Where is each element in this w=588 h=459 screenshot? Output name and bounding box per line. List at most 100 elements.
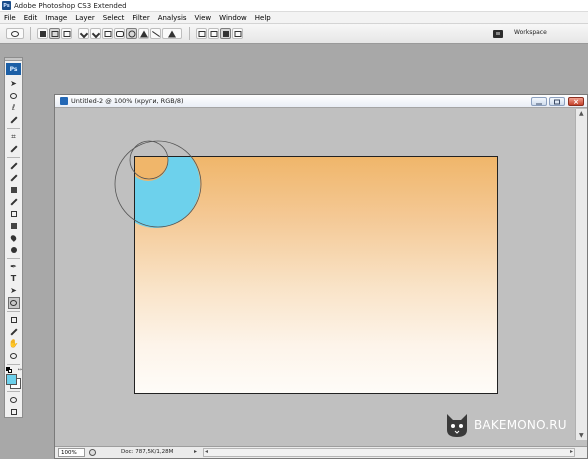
- menu-window[interactable]: Window: [215, 14, 251, 22]
- ellipse-shape-icon: [10, 300, 17, 306]
- screen-mode-button[interactable]: [8, 406, 20, 418]
- tool-notes[interactable]: [8, 314, 20, 326]
- tool-eraser[interactable]: [8, 208, 20, 220]
- horizontal-scrollbar[interactable]: ◂ ▸: [203, 448, 575, 457]
- tool-zoom[interactable]: [8, 350, 20, 362]
- tool-preset-picker[interactable]: [6, 28, 24, 39]
- zoom-level-field[interactable]: 100%: [58, 448, 85, 457]
- swap-colors-icon[interactable]: ↔: [18, 367, 22, 373]
- options-bar: Workspace: [0, 24, 588, 44]
- tool-lasso[interactable]: ℓ: [8, 102, 20, 114]
- rectangle-icon: [104, 30, 111, 37]
- ellipse-icon: [128, 30, 135, 37]
- scroll-right-icon[interactable]: ▸: [570, 448, 573, 455]
- document-size-info: Doc: 787,5K/1,28M: [121, 449, 174, 455]
- history-brush-icon: [9, 198, 18, 206]
- status-info-icon[interactable]: [89, 449, 96, 456]
- app-titlebar: Ps Adobe Photoshop CS3 Extended: [0, 0, 588, 12]
- minimize-icon: [536, 103, 542, 104]
- fill-pixels-button[interactable]: [61, 28, 72, 39]
- tool-marquee[interactable]: [8, 90, 20, 102]
- ellipse-shapes: [112, 140, 202, 228]
- tool-slice[interactable]: [8, 143, 20, 155]
- tool-history-brush[interactable]: [8, 196, 20, 208]
- tool-blur[interactable]: [8, 232, 20, 244]
- add-to-shape-area-button[interactable]: [196, 28, 207, 39]
- filled-circle-shape[interactable]: [112, 140, 200, 228]
- tool-divider: [7, 258, 20, 259]
- close-icon: ×: [573, 97, 579, 106]
- tool-healing-brush[interactable]: [8, 160, 20, 172]
- intersect-shape-areas-button[interactable]: [220, 28, 231, 39]
- subtract-from-shape-area-button[interactable]: [208, 28, 219, 39]
- tool-brush[interactable]: [8, 172, 20, 184]
- tool-divider: [7, 364, 20, 365]
- toolbox-grip[interactable]: [5, 58, 22, 61]
- add-to-shape-area-icon: [198, 30, 205, 37]
- tool-magic-wand[interactable]: [8, 114, 20, 126]
- shape-layers-icon: [39, 30, 46, 37]
- path-selection-icon: ➤: [10, 286, 17, 295]
- notes-icon: [10, 317, 17, 323]
- quick-mask-button[interactable]: [8, 394, 20, 406]
- menu-analysis[interactable]: Analysis: [154, 14, 191, 22]
- dodge-icon: [10, 247, 17, 253]
- rounded-rectangle-icon: [115, 30, 124, 37]
- tool-crop[interactable]: ⌗: [8, 131, 20, 143]
- document-titlebar[interactable]: Untitled-2 @ 100% (круги, RGB/8) ×: [55, 95, 587, 108]
- tool-dodge[interactable]: [8, 244, 20, 256]
- tool-clone-stamp[interactable]: [8, 184, 20, 196]
- canvas-area[interactable]: [55, 109, 575, 440]
- scroll-left-icon[interactable]: ◂: [205, 448, 208, 455]
- pen-button[interactable]: [78, 28, 89, 39]
- menu-edit[interactable]: Edit: [20, 14, 42, 22]
- paths-button[interactable]: [49, 28, 60, 39]
- menu-help[interactable]: Help: [251, 14, 275, 22]
- rectangle-button[interactable]: [102, 28, 113, 39]
- status-menu-arrow-icon[interactable]: ▸: [194, 448, 197, 455]
- fill-pixels-icon: [63, 30, 70, 37]
- tool-move[interactable]: ➤: [8, 78, 20, 90]
- tool-path-selection[interactable]: ➤: [8, 285, 20, 297]
- vertical-scrollbar[interactable]: ▲ ▼: [575, 109, 587, 440]
- tool-pen[interactable]: ✒: [8, 261, 20, 273]
- freeform-pen-button[interactable]: [90, 28, 101, 39]
- cat-face-icon: [447, 414, 467, 437]
- menu-image[interactable]: Image: [41, 14, 71, 22]
- tool-type[interactable]: T: [8, 273, 20, 285]
- minimize-button[interactable]: [531, 97, 547, 106]
- menu-file[interactable]: File: [0, 14, 20, 22]
- shape-layers-button[interactable]: [37, 28, 48, 39]
- maximize-icon: [554, 99, 560, 104]
- menu-view[interactable]: View: [191, 14, 216, 22]
- workspace-icon[interactable]: [493, 30, 503, 38]
- tool-gradient[interactable]: [8, 220, 20, 232]
- polygon-button[interactable]: [138, 28, 149, 39]
- default-colors-icon[interactable]: [8, 369, 12, 373]
- toolbox: Ps ➤ ℓ ⌗ ✒ T ➤ ✋ ↔: [4, 57, 23, 418]
- intersect-shape-areas-icon: [222, 30, 229, 37]
- ellipse-button[interactable]: [126, 28, 137, 39]
- status-bar: 100% Doc: 787,5K/1,28M ▸ ◂ ▸: [55, 446, 587, 458]
- screen-mode-icon: [10, 409, 17, 415]
- line-button[interactable]: [150, 28, 161, 39]
- inner-circle-shape[interactable]: [128, 141, 168, 181]
- type-icon: T: [10, 274, 17, 283]
- scroll-down-icon[interactable]: ▼: [579, 432, 584, 439]
- close-button[interactable]: ×: [568, 97, 584, 106]
- menu-filter[interactable]: Filter: [128, 14, 153, 22]
- rounded-rectangle-button[interactable]: [114, 28, 125, 39]
- exclude-overlapping-button[interactable]: [232, 28, 243, 39]
- menu-layer[interactable]: Layer: [71, 14, 99, 22]
- menu-select[interactable]: Select: [99, 14, 129, 22]
- ps-logo[interactable]: Ps: [6, 63, 21, 75]
- scroll-up-icon[interactable]: ▲: [579, 110, 584, 117]
- tool-ellipse-shape[interactable]: [7, 297, 20, 309]
- tool-hand[interactable]: ✋: [8, 338, 20, 350]
- workspace-menu[interactable]: Workspace: [514, 29, 547, 36]
- foreground-color-swatch[interactable]: [6, 374, 17, 385]
- custom-shape-button[interactable]: [162, 28, 182, 39]
- maximize-button[interactable]: [549, 97, 565, 106]
- ellipse-tool-icon: [11, 30, 19, 37]
- tool-eyedropper[interactable]: [8, 326, 20, 338]
